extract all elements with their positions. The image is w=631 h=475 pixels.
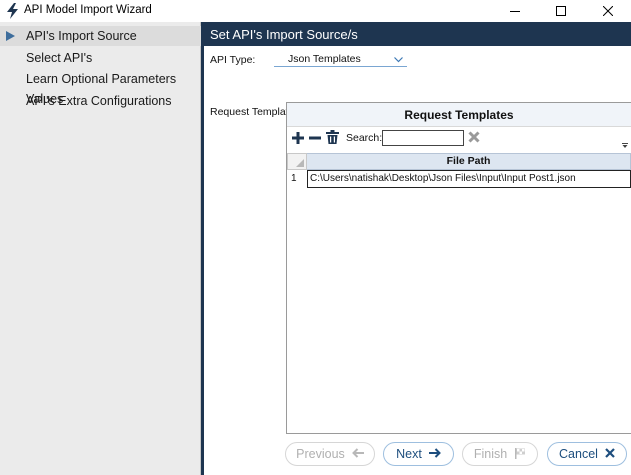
previous-label: Previous	[296, 447, 345, 461]
sidebar-item-extra-configurations[interactable]: API's Extra Configurations	[0, 91, 201, 111]
panel-title: Request Templates	[287, 103, 631, 127]
flag-icon	[514, 447, 526, 462]
step-header: Set API's Import Source/s	[204, 22, 631, 46]
grid-toolbar: Search:	[287, 127, 631, 150]
cancel-button[interactable]: Cancel	[547, 442, 627, 466]
title-bar: API Model Import Wizard	[0, 0, 631, 22]
sidebar-item-label: Select API's	[26, 51, 93, 65]
maximize-button[interactable]	[538, 0, 584, 22]
search-input[interactable]	[382, 130, 464, 146]
minimize-button[interactable]	[492, 0, 538, 22]
lightning-bolt-icon	[6, 3, 20, 19]
search-label: Search:	[346, 132, 383, 144]
trash-icon[interactable]	[326, 130, 339, 147]
sidebar-item-learn-parameters[interactable]: Learn Optional Parameters Values	[0, 69, 201, 106]
api-type-value: Json Templates	[288, 53, 361, 65]
arrow-right-icon	[6, 31, 15, 41]
sidebar-item-select-apis[interactable]: Select API's	[0, 48, 201, 68]
minimize-icon	[510, 6, 520, 16]
close-window-button[interactable]	[585, 0, 631, 22]
sidebar-item-label: API's Import Source	[26, 29, 137, 43]
chevron-down-icon	[394, 54, 403, 66]
column-header-file-path[interactable]: File Path	[307, 153, 631, 170]
minus-icon[interactable]	[309, 132, 321, 147]
finish-button[interactable]: Finish	[462, 442, 538, 466]
row-number: 1	[291, 173, 297, 184]
file-path-cell[interactable]: C:\Users\natishak\Desktop\Json Files\Inp…	[307, 170, 631, 188]
request-templates-label-clip: Request Templates:	[210, 106, 286, 120]
sidebar-item-label: API's Extra Configurations	[26, 94, 172, 108]
request-templates-panel: Request Templates Search: File Path 1 C:…	[286, 102, 631, 434]
request-templates-label: Request Templates:	[210, 106, 286, 118]
page-title: Set API's Import Source/s	[210, 27, 358, 42]
close-icon	[605, 447, 615, 461]
main-content: Set API's Import Source/s API Type: Json…	[204, 22, 631, 475]
wizard-steps-sidebar: API's Import Source Select API's Learn O…	[0, 22, 201, 475]
caret-down-icon[interactable]	[622, 139, 628, 151]
finish-label: Finish	[473, 447, 508, 461]
api-type-label: API Type:	[210, 54, 256, 66]
arrow-left-icon	[351, 447, 364, 461]
grid-corner[interactable]	[287, 153, 307, 170]
close-icon	[603, 6, 613, 16]
next-button[interactable]: Next	[383, 442, 454, 466]
next-label: Next	[396, 447, 422, 461]
api-type-dropdown[interactable]: Json Templates	[274, 51, 407, 67]
previous-button[interactable]: Previous	[285, 442, 375, 466]
plus-icon[interactable]	[292, 132, 304, 147]
maximize-icon	[556, 6, 566, 16]
sidebar-item-import-source[interactable]: API's Import Source	[0, 26, 201, 46]
x-icon[interactable]	[468, 131, 480, 146]
cancel-label: Cancel	[559, 447, 598, 461]
arrow-right-icon	[428, 447, 441, 461]
window-title: API Model Import Wizard	[24, 4, 152, 16]
